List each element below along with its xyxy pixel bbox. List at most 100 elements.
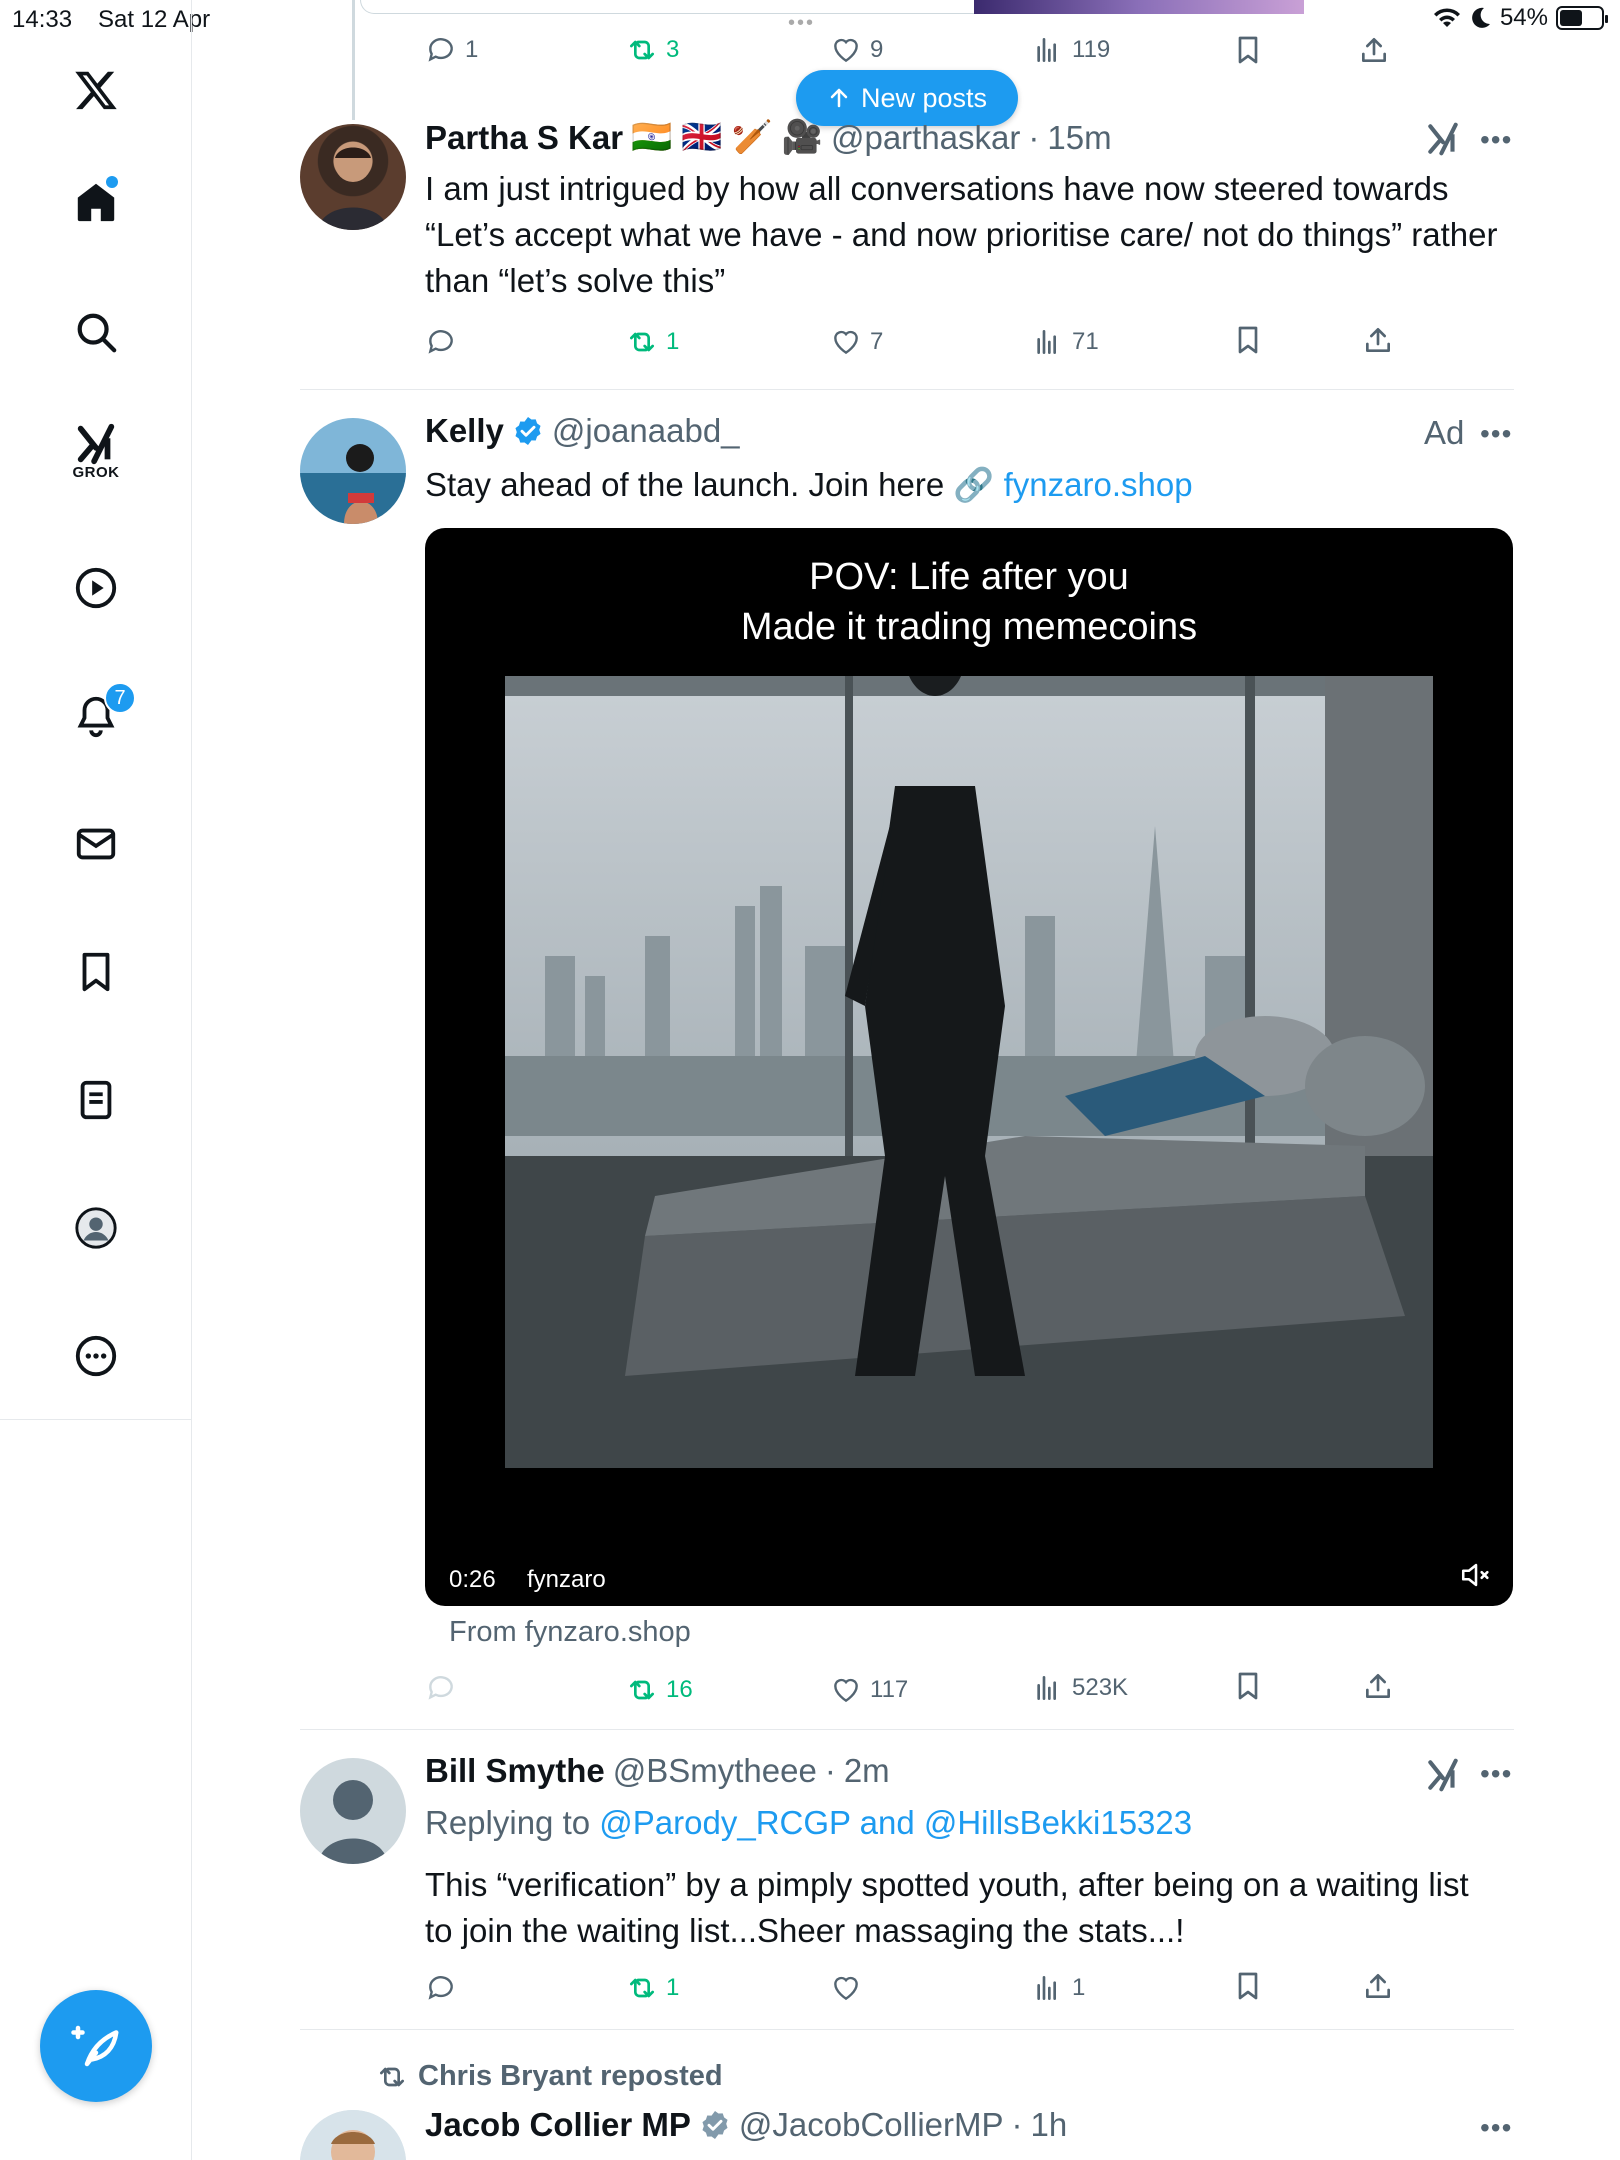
video-caption-line-1: POV: Life after you <box>809 556 1129 598</box>
heart-icon <box>834 1678 858 1703</box>
play-icon <box>75 567 117 609</box>
tweet-header: Jacob Collier MP @JacobCollierMP · 1h <box>425 2106 1067 2144</box>
display-name[interactable]: Kelly <box>425 412 504 450</box>
reply-count: 1 <box>465 36 479 63</box>
handle[interactable]: @parthaskar <box>831 119 1020 157</box>
nav-profile[interactable] <box>66 1198 126 1258</box>
nav-notifications[interactable]: 7 <box>66 682 136 746</box>
reply-button[interactable] <box>425 1672 457 1704</box>
nav-bookmarks[interactable] <box>66 942 126 1002</box>
verified-badge-icon <box>515 417 541 445</box>
bookmark-button[interactable] <box>1232 1670 1264 1702</box>
video-scene <box>505 676 1433 1468</box>
replying-to-users[interactable]: @Parody_RCGP and @HillsBekki15323 <box>599 1804 1192 1841</box>
views-count: 523K <box>1072 1674 1129 1701</box>
more-options-icon[interactable]: ••• <box>1480 124 1512 156</box>
tweet-text-prefix: Stay ahead of the launch. Join here 🔗 <box>425 466 995 503</box>
repost-context: Chris Bryant reposted <box>376 2060 723 2093</box>
nav-search[interactable] <box>66 302 126 362</box>
tweet-header: Partha S Kar 🇮🇳 🇬🇧 🏏 🎥 @parthaskar · 15m <box>425 118 1112 157</box>
tweet-text: I am just intrigued by how all conversat… <box>425 170 1498 299</box>
grok-icon[interactable] <box>1424 120 1462 163</box>
repost-icon <box>380 2067 404 2086</box>
list-icon <box>80 1080 112 1120</box>
avatar[interactable] <box>300 2110 406 2160</box>
heart-icon <box>834 1976 858 2001</box>
more-circle-icon <box>75 1335 117 1377</box>
share-button[interactable] <box>1362 324 1394 356</box>
views-button[interactable]: 71 <box>1032 326 1099 358</box>
sidebar: GROK 7 <box>0 0 192 2160</box>
repost-button[interactable]: 16 <box>626 1674 693 1706</box>
video-duration: 0:26 <box>449 1566 496 1593</box>
handle[interactable]: @JacobCollierMP <box>739 2106 1004 2144</box>
arrow-up-icon <box>830 88 848 108</box>
grok-label: GROK <box>72 464 120 481</box>
notifications-badge: 7 <box>104 682 136 714</box>
heart-icon <box>834 330 858 355</box>
default-avatar-icon <box>318 1780 388 1864</box>
more-options-icon[interactable]: ••• <box>1480 418 1512 450</box>
reply-button[interactable]: 1 <box>425 34 478 66</box>
views-count: 71 <box>1072 328 1099 355</box>
share-button[interactable] <box>1358 34 1390 66</box>
display-name[interactable]: Jacob Collier MP <box>425 2106 691 2144</box>
like-button[interactable]: 9 <box>830 34 883 66</box>
like-button[interactable]: 7 <box>830 326 883 358</box>
separator-dot: · <box>824 1752 836 1789</box>
avatar[interactable] <box>300 418 406 524</box>
mute-icon[interactable] <box>1459 1558 1493 1592</box>
repost-button[interactable]: 1 <box>626 1972 679 2004</box>
grok-icon[interactable] <box>1424 1756 1462 1799</box>
share-icon <box>1366 1674 1390 1698</box>
reply-button[interactable] <box>425 1972 457 2004</box>
bookmark-button[interactable] <box>1232 34 1264 66</box>
x-logo-icon[interactable] <box>66 60 126 120</box>
avatar-photo <box>318 146 388 230</box>
timestamp[interactable]: 2m <box>844 1752 890 1790</box>
bookmark-button[interactable] <box>1232 324 1264 356</box>
timestamp[interactable]: 1h <box>1031 2106 1068 2144</box>
nav-messages[interactable] <box>66 814 126 874</box>
display-name[interactable]: Partha S Kar <box>425 119 623 157</box>
views-button[interactable]: 119 <box>1032 34 1110 66</box>
nav-grok[interactable]: GROK <box>66 420 126 481</box>
nav-home[interactable] <box>66 172 126 232</box>
views-button[interactable]: 523K <box>1032 1672 1128 1704</box>
avatar-photo <box>300 418 406 524</box>
home-unread-dot <box>106 176 118 188</box>
share-button[interactable] <box>1362 1970 1394 2002</box>
repost-by-label[interactable]: Chris Bryant reposted <box>418 2060 723 2093</box>
compose-button[interactable] <box>40 1990 152 2102</box>
more-options-icon[interactable]: ••• <box>1480 1758 1512 1790</box>
nav-more[interactable] <box>66 1326 126 1386</box>
views-button[interactable]: 1 <box>1032 1972 1085 2004</box>
repost-button[interactable]: 3 <box>626 34 679 66</box>
mail-icon <box>76 828 116 860</box>
repost-button[interactable]: 1 <box>626 326 679 358</box>
ad-source-label[interactable]: From fynzaro.shop <box>449 1616 691 1649</box>
like-button[interactable] <box>830 1972 862 2004</box>
replying-prefix: Replying to <box>425 1804 591 1841</box>
avatar-photo <box>300 2110 406 2160</box>
handle[interactable]: @joanaabd_ <box>552 412 740 450</box>
reply-button[interactable] <box>425 326 457 358</box>
timestamp[interactable]: 15m <box>1047 119 1111 157</box>
like-count: 9 <box>870 36 884 63</box>
share-button[interactable] <box>1362 1670 1394 1702</box>
video-player[interactable]: POV: Life after you Made it trading meme… <box>425 528 1513 1606</box>
avatar[interactable] <box>300 1758 406 1864</box>
nav-lists[interactable] <box>66 1070 126 1130</box>
like-button[interactable]: 117 <box>830 1674 908 1706</box>
video-source: fynzaro <box>527 1566 606 1593</box>
avatar[interactable] <box>300 124 406 230</box>
bookmark-button[interactable] <box>1232 1970 1264 2002</box>
profile-icon <box>75 1207 117 1249</box>
more-options-icon[interactable]: ••• <box>1480 2112 1512 2144</box>
handle[interactable]: @BSmytheee <box>613 1752 817 1790</box>
tweet-link[interactable]: fynzaro.shop <box>1004 466 1193 503</box>
reply-icon <box>428 38 453 62</box>
moon-icon <box>1472 7 1490 28</box>
nav-videos[interactable] <box>66 558 126 618</box>
display-name[interactable]: Bill Smythe <box>425 1752 605 1790</box>
